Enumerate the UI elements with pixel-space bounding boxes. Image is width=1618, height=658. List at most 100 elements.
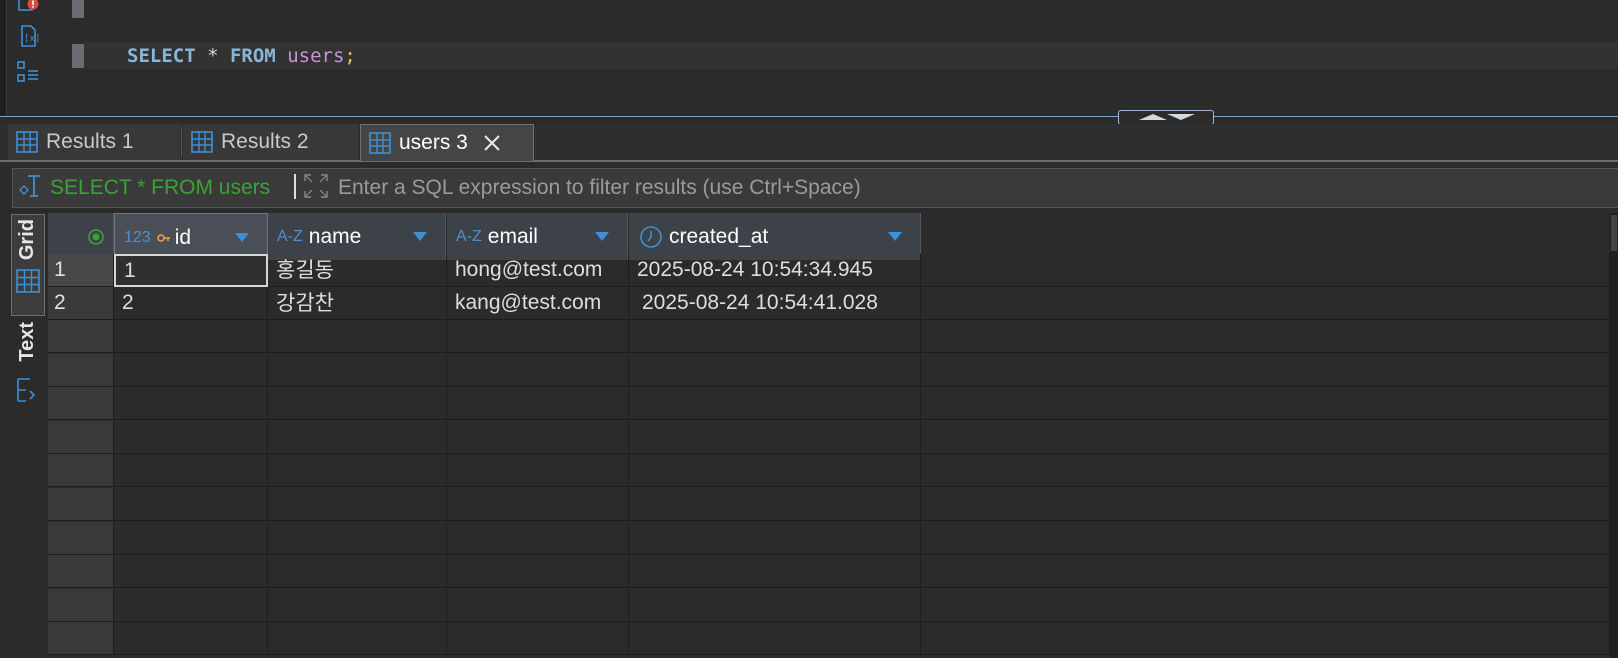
column-name: name	[308, 224, 362, 248]
empty-cell	[447, 454, 629, 488]
empty-cell	[447, 387, 629, 421]
row-number[interactable]: 2	[48, 287, 114, 320]
tab-grid-view[interactable]: Grid	[11, 214, 45, 316]
expand-icon[interactable]	[302, 172, 330, 200]
empty-cell	[629, 387, 921, 421]
svg-text:[x]: [x]	[24, 34, 40, 44]
empty-cell	[921, 320, 1610, 353]
grid-tab-label: Grid	[16, 219, 38, 261]
close-icon[interactable]	[482, 133, 502, 153]
empty-cell	[447, 320, 629, 353]
empty-cell	[629, 420, 921, 454]
empty-cell	[447, 420, 629, 454]
empty-cell	[268, 555, 447, 589]
empty-row-number	[48, 420, 114, 454]
empty-cell	[268, 320, 447, 353]
column-name: id	[174, 225, 192, 249]
empty-cell	[921, 287, 1610, 320]
empty-cell	[268, 588, 447, 622]
vertical-scrollbar[interactable]	[1610, 213, 1618, 658]
empty-cell	[268, 454, 447, 488]
variables-icon[interactable]: [x]	[16, 24, 40, 48]
cell-id[interactable]: 1	[114, 254, 268, 287]
empty-row-number	[48, 353, 114, 387]
empty-cell	[629, 320, 921, 353]
column-header-email[interactable]: A-Z email	[447, 213, 628, 260]
empty-cell	[921, 353, 1610, 387]
grid-icon	[16, 131, 38, 153]
sql-semicolon: ;	[344, 45, 356, 67]
tab-label: Results 2	[221, 130, 309, 153]
sql-code-line[interactable]: SELECT * FROM users;	[127, 44, 356, 68]
empty-cell	[447, 488, 629, 521]
empty-cell	[114, 387, 268, 421]
empty-cell	[921, 588, 1610, 622]
cell-created-at[interactable]: 2025-08-24 10:54:34.945	[629, 254, 921, 287]
sql-space	[276, 45, 287, 67]
empty-cell	[921, 254, 1610, 287]
empty-cell	[629, 488, 921, 521]
select-all-header[interactable]	[48, 213, 114, 260]
empty-cell	[268, 387, 447, 421]
text-view-icon	[17, 378, 36, 402]
grid-icon	[191, 131, 213, 153]
row-number[interactable]: 1	[48, 254, 114, 287]
empty-cell	[921, 454, 1610, 488]
empty-cell	[114, 622, 268, 656]
filter-placeholder: Enter a SQL expression to filter results…	[338, 176, 861, 199]
empty-row-number	[48, 555, 114, 589]
tab-text-view[interactable]: Text	[11, 318, 43, 408]
empty-cell	[114, 488, 268, 521]
chevron-down-icon[interactable]	[235, 233, 249, 242]
empty-cell	[629, 454, 921, 488]
text-caret	[294, 174, 296, 199]
cell-email[interactable]: kang@test.com	[447, 287, 629, 320]
cell-name[interactable]: 홍길동	[268, 254, 447, 287]
row-select-icon	[88, 228, 104, 245]
cell-name[interactable]: 강감찬	[268, 287, 447, 320]
line-marker	[72, 0, 84, 18]
chevron-down-icon[interactable]	[595, 232, 609, 241]
cell-created-at[interactable]: 2025-08-24 10:54:41.028	[629, 287, 921, 320]
empty-cell	[447, 353, 629, 387]
tab-results-1[interactable]: Results 1	[8, 124, 180, 160]
error-script-icon[interactable]	[16, 0, 40, 18]
sql-table-name: users	[287, 45, 345, 67]
cell-email[interactable]: hong@test.com	[447, 254, 629, 287]
chevron-down-icon[interactable]	[413, 232, 427, 241]
empty-cell	[921, 555, 1610, 589]
column-name: email	[487, 224, 538, 248]
sql-operator: *	[195, 45, 230, 67]
empty-cell	[629, 622, 921, 656]
outline-icon[interactable]	[16, 60, 40, 84]
tab-label: Results 1	[46, 130, 134, 153]
column-header-created-at[interactable]: created_at	[629, 213, 921, 260]
empty-cell	[921, 622, 1610, 656]
cell-id[interactable]: 2	[114, 287, 268, 320]
empty-cell	[268, 488, 447, 521]
empty-cell	[114, 521, 268, 555]
scrollbar-thumb[interactable]	[1611, 215, 1617, 251]
empty-cell	[921, 420, 1610, 454]
tab-results-2[interactable]: Results 2	[183, 124, 358, 160]
empty-cell	[629, 555, 921, 589]
clock-icon	[640, 225, 662, 248]
grid-icon	[369, 132, 391, 154]
empty-cell	[114, 555, 268, 589]
column-header-name[interactable]: A-Z name	[268, 213, 446, 260]
panel-splitter-line	[0, 116, 1618, 117]
tab-divider	[181, 127, 182, 157]
panel-splitter-handle[interactable]	[1118, 110, 1214, 125]
empty-cell	[114, 320, 268, 353]
tab-label: users 3	[399, 131, 468, 154]
filter-text-icon[interactable]	[18, 172, 44, 200]
empty-cell	[114, 420, 268, 454]
text-tab-label: Text	[16, 322, 38, 362]
empty-cell	[921, 488, 1610, 521]
sql-keyword: FROM	[229, 45, 276, 67]
chevron-down-icon[interactable]	[888, 232, 902, 241]
empty-cell	[447, 588, 629, 622]
tab-users-3[interactable]: users 3	[360, 124, 534, 161]
string-type-icon: A-Z	[277, 227, 303, 245]
empty-cell	[921, 521, 1610, 555]
